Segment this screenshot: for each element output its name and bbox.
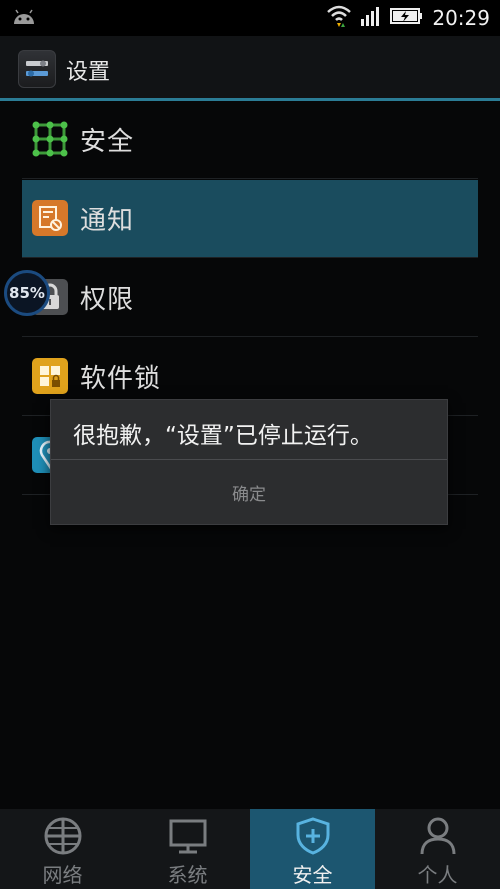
person-icon	[417, 815, 459, 857]
clock: 20:29	[432, 6, 490, 30]
globe-icon	[42, 815, 84, 857]
ok-button[interactable]: 确定	[51, 460, 447, 524]
status-bar: 20:29	[0, 0, 500, 36]
dialog-message: 很抱歉，“设置”已停止运行。	[73, 423, 373, 449]
list-item-label: 软件锁	[80, 364, 162, 394]
bottom-navigation: 网络 系统 安全 个人	[0, 809, 500, 889]
list-item-label: 权限	[80, 285, 135, 315]
notification-icon	[32, 200, 68, 236]
grid-dots-icon	[32, 121, 68, 157]
app-lock-icon	[32, 358, 68, 394]
list-item-label: 通知	[80, 206, 135, 236]
tab-label: 系统	[167, 863, 208, 887]
list-item-permissions[interactable]: 权限	[22, 259, 478, 337]
shield-icon	[292, 815, 334, 857]
tab-network[interactable]: 网络	[0, 809, 125, 889]
list-item-security[interactable]: 安全	[22, 101, 478, 179]
tab-security[interactable]: 安全	[250, 809, 375, 889]
settings-app-icon[interactable]	[18, 50, 56, 88]
tab-personal[interactable]: 个人	[375, 809, 500, 889]
error-dialog: 很抱歉，“设置”已停止运行。 确定	[50, 399, 448, 525]
memory-percent: 85%	[9, 284, 45, 302]
wifi-icon	[326, 3, 352, 33]
tab-system[interactable]: 系统	[125, 809, 250, 889]
battery-charging-icon	[390, 6, 424, 30]
signal-icon	[360, 5, 382, 31]
list-item-label: 安全	[80, 127, 135, 157]
floating-memory-indicator[interactable]: 85%	[4, 270, 50, 316]
page-title: 设置	[66, 60, 111, 85]
list-item-notification[interactable]: 通知	[22, 180, 478, 258]
android-icon	[12, 8, 36, 30]
tab-label: 网络	[42, 863, 83, 887]
tab-label: 个人	[417, 863, 458, 887]
monitor-icon	[167, 815, 209, 857]
tab-label: 安全	[292, 863, 333, 887]
